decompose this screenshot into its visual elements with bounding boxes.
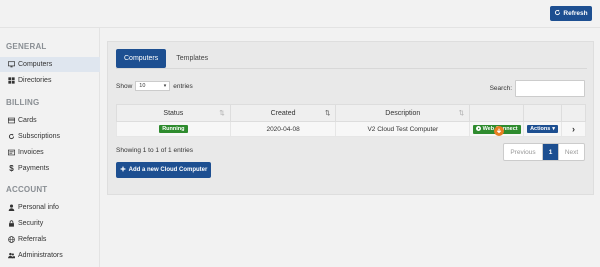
sidebar-item-label: Subscriptions: [18, 133, 61, 140]
actions-label: Actions: [530, 126, 551, 132]
sidebar: GENERAL Computers Directories BILLING Ca…: [0, 28, 100, 267]
tab-computers[interactable]: Computers: [116, 49, 167, 68]
sidebar-item-computers[interactable]: Computers: [0, 57, 100, 72]
tab-divider: [116, 68, 587, 69]
status-cell: Running: [116, 121, 231, 137]
sidebar-item-subscriptions[interactable]: Subscriptions: [0, 129, 100, 144]
sidebar-item-label: Directories: [18, 77, 52, 84]
sidebar-item-label: Referrals: [18, 236, 47, 243]
sidebar-item-label: Administrators: [18, 252, 63, 259]
sidebar-item-invoices[interactable]: Invoices: [0, 145, 100, 160]
actions-dropdown-button[interactable]: Actions ▾: [527, 125, 559, 133]
add-cloud-computer-button[interactable]: Add a new Cloud Computer: [116, 162, 211, 178]
column-label: Created: [270, 109, 296, 117]
pagination-previous[interactable]: Previous: [504, 144, 543, 160]
description-cell: V2 Cloud Test Computer: [335, 121, 471, 137]
column-expand: [561, 104, 586, 122]
entries-select-value: 10: [139, 83, 146, 89]
sidebar-item-payments[interactable]: $ Payments: [0, 161, 100, 176]
refresh-button[interactable]: Refresh: [550, 6, 592, 21]
created-cell: 2020-04-08: [229, 121, 337, 137]
column-connect: [469, 104, 525, 122]
column-status[interactable]: Status ⇅: [116, 104, 231, 122]
chevron-right-icon: ›: [572, 124, 576, 134]
expand-cell[interactable]: ›: [561, 121, 586, 137]
sidebar-section-account: ACCOUNT: [6, 185, 48, 194]
lock-icon: [8, 220, 15, 227]
show-label: Show: [116, 82, 133, 90]
sidebar-item-directories[interactable]: Directories: [0, 73, 100, 88]
sidebar-item-personal-info[interactable]: Personal info: [0, 200, 100, 215]
computers-table: Status ⇅ Created ⇅ Description ⇅ Running…: [116, 104, 586, 137]
search-control: Search:: [490, 80, 585, 97]
top-bar: Refresh: [0, 0, 600, 28]
pagination-page[interactable]: 1: [543, 144, 558, 160]
monitor-icon: [8, 61, 15, 68]
entries-select[interactable]: 10 ▾: [135, 81, 171, 91]
play-circle-icon: [475, 125, 481, 133]
users-icon: [8, 252, 15, 259]
column-description[interactable]: Description ⇅: [335, 104, 471, 122]
pagination-next[interactable]: Next: [558, 144, 584, 160]
column-actions: [523, 104, 563, 122]
entries-control: Show 10 ▾ entries: [116, 81, 193, 91]
table-row: Running 2020-04-08 V2 Cloud Test Compute…: [116, 121, 586, 137]
sidebar-item-label: Payments: [18, 165, 50, 172]
sidebar-item-cards[interactable]: Cards: [0, 113, 100, 128]
add-button-label: Add a new Cloud Computer: [128, 167, 208, 173]
entries-label: entries: [173, 82, 193, 90]
tab-bar: Computers Templates: [116, 49, 216, 68]
computers-panel: Computers Templates Show 10 ▾ entries Se…: [107, 41, 594, 195]
sidebar-section-billing: BILLING: [6, 98, 40, 107]
plus-icon: [120, 166, 126, 174]
cycle-icon: [8, 133, 15, 140]
windows-icon: [8, 77, 15, 84]
invoice-icon: [8, 149, 15, 156]
actions-cell: Actions ▾: [523, 121, 563, 137]
table-header-row: Status ⇅ Created ⇅ Description ⇅: [116, 104, 586, 122]
sidebar-item-administrators[interactable]: Administrators: [0, 248, 100, 263]
sidebar-item-label: Invoices: [18, 149, 44, 156]
caret-down-icon: ▾: [163, 83, 167, 89]
sort-icon: ⇅: [458, 110, 465, 117]
search-label: Search:: [489, 85, 512, 92]
card-icon: [8, 117, 15, 124]
status-badge: Running: [159, 125, 188, 133]
download-icon[interactable]: [494, 126, 504, 136]
refresh-label: Refresh: [563, 10, 588, 17]
sidebar-item-referrals[interactable]: Referrals: [0, 232, 100, 247]
sort-icon: ⇅: [219, 110, 225, 117]
caret-down-icon: ▾: [552, 126, 556, 132]
column-label: Description: [385, 109, 421, 117]
pagination: Previous 1 Next: [503, 143, 585, 161]
sidebar-section-general: GENERAL: [6, 42, 47, 51]
sidebar-item-label: Cards: [18, 117, 37, 124]
column-label: Status: [163, 109, 184, 117]
table-info: Showing 1 to 1 of 1 entries: [116, 147, 193, 154]
column-created[interactable]: Created ⇅: [229, 104, 337, 122]
search-input[interactable]: [515, 80, 585, 97]
sort-desc-icon: ⇅: [325, 110, 331, 117]
dollar-icon: $: [9, 164, 14, 173]
person-icon: [8, 204, 15, 211]
globe-icon: [8, 236, 15, 243]
tab-templates[interactable]: Templates: [168, 49, 216, 68]
sidebar-item-label: Personal info: [18, 204, 59, 211]
sidebar-item-security[interactable]: Security: [0, 216, 100, 231]
sidebar-item-label: Computers: [18, 61, 53, 68]
refresh-icon: [554, 9, 561, 18]
sidebar-item-label: Security: [18, 220, 44, 227]
